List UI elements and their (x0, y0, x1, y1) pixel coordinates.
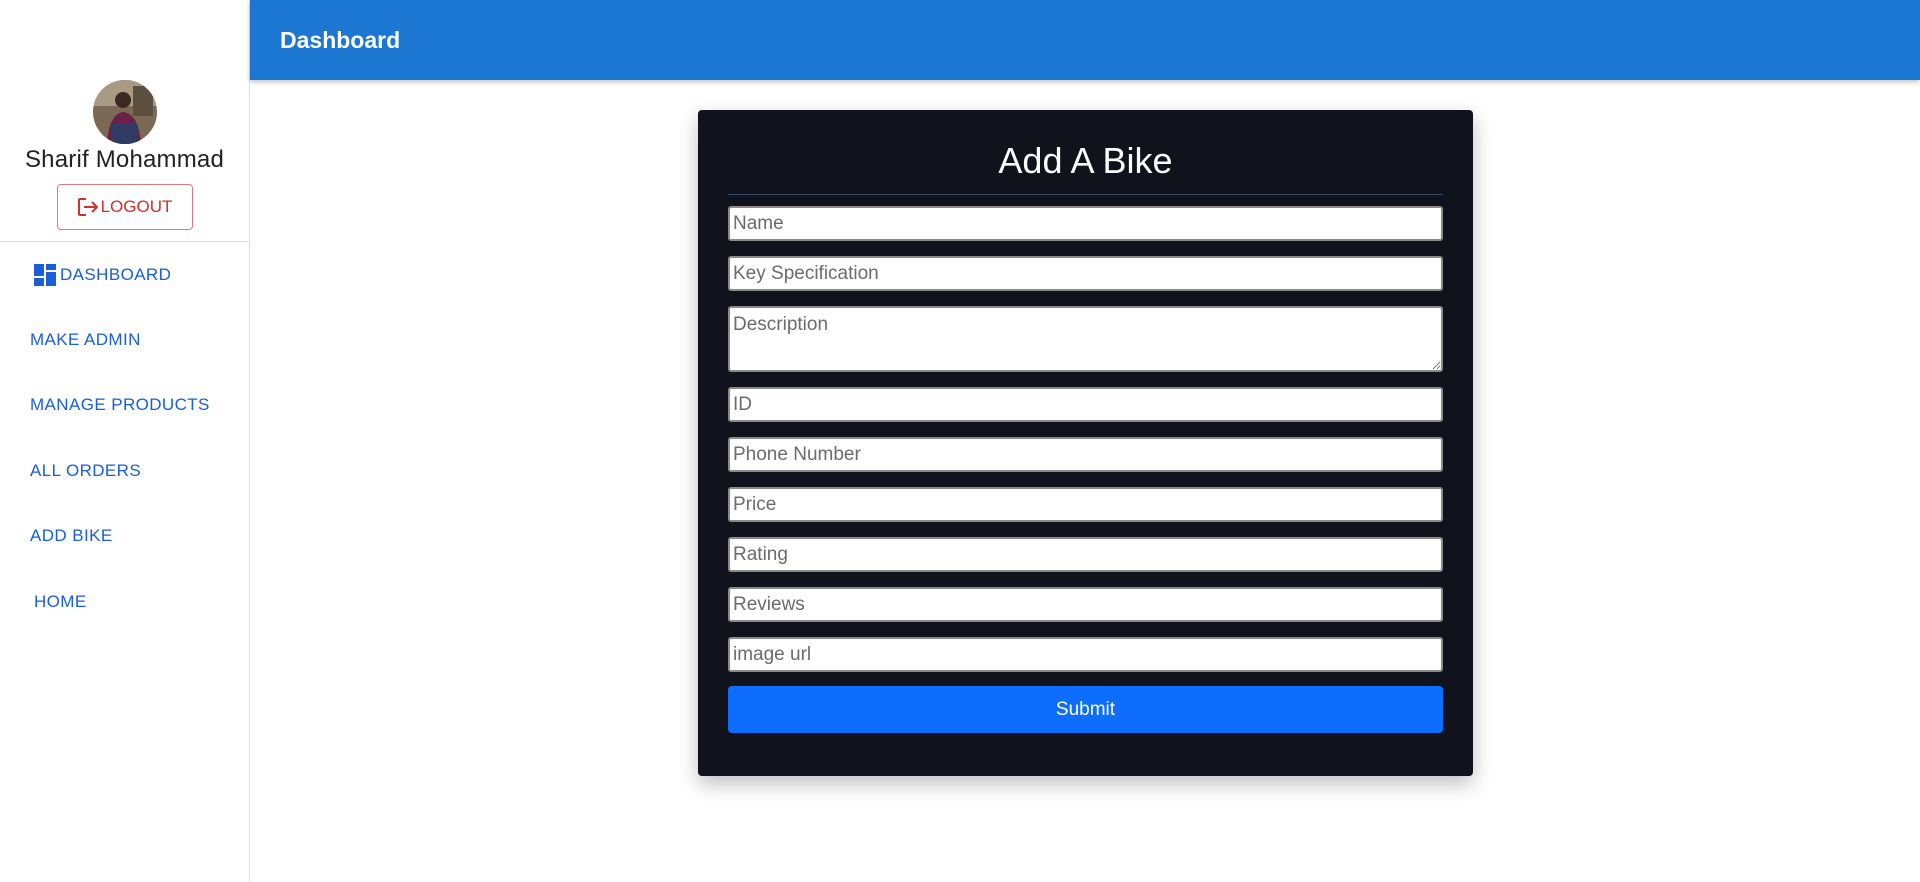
description-textarea[interactable] (728, 306, 1443, 372)
sidebar-item-make-admin[interactable]: MAKE ADMIN (30, 330, 141, 350)
add-bike-form: Add A Bike Submit (698, 110, 1473, 776)
logout-label: LOGOUT (100, 197, 173, 216)
page-title: Dashboard (280, 26, 401, 53)
logout-icon (77, 197, 99, 217)
sidebar-item-label: DASHBOARD (60, 265, 172, 284)
sidebar-item-all-orders[interactable]: ALL ORDERS (30, 461, 141, 481)
reviews-input[interactable] (728, 587, 1443, 622)
sidebar-item-label: ADD BIKE (30, 526, 113, 545)
app-bar: Dashboard (250, 0, 1920, 80)
divider (728, 194, 1443, 195)
form-title: Add A Bike (998, 140, 1173, 181)
user-name: Sharif Mohammad (24, 146, 225, 173)
sidebar-item-dashboard[interactable]: DASHBOARD (33, 263, 171, 287)
avatar (92, 80, 157, 144)
sidebar-item-manage-products[interactable]: MANAGE PRODUCTS (30, 395, 210, 415)
sidebar-item-label: MANAGE PRODUCTS (30, 395, 210, 414)
sidebar-item-add-bike[interactable]: ADD BIKE (30, 526, 113, 546)
sidebar-item-home[interactable]: HOME (34, 592, 87, 612)
sidebar-item-label: ALL ORDERS (30, 461, 142, 480)
name-input[interactable] (728, 206, 1443, 241)
rating-input[interactable] (728, 537, 1443, 572)
submit-button[interactable]: Submit (728, 686, 1443, 733)
sidebar-item-label: HOME (34, 592, 87, 611)
sidebar: Sharif Mohammad LOGOUT DASHBOARD MAKE AD… (0, 0, 250, 882)
price-input[interactable] (728, 487, 1443, 522)
sidebar-item-label: MAKE ADMIN (30, 330, 141, 349)
phone-number-input[interactable] (728, 437, 1443, 472)
image-url-input[interactable] (728, 637, 1443, 672)
id-input[interactable] (728, 387, 1443, 422)
key-specification-input[interactable] (728, 256, 1443, 291)
logout-button[interactable]: LOGOUT (56, 184, 193, 230)
dashboard-icon (33, 263, 57, 287)
user-profile: Sharif Mohammad LOGOUT (0, 0, 249, 242)
